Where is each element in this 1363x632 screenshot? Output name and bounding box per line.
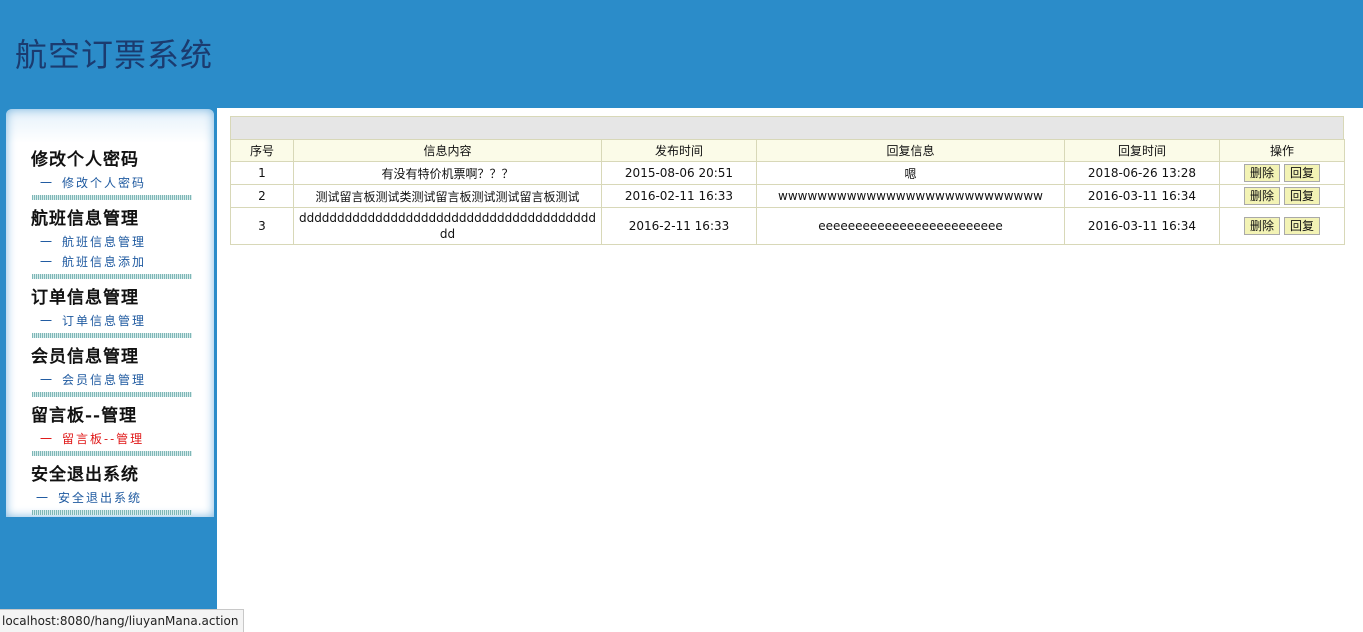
- reply-button[interactable]: 回复: [1284, 164, 1321, 182]
- header-bar: 航空订票系统: [0, 0, 1363, 108]
- cell-publish-time: 2016-02-11 16:33: [601, 184, 757, 208]
- column-header-publish-time: 发布时间: [601, 139, 757, 162]
- cell-actions: 删除 回复: [1219, 184, 1345, 208]
- menu-item-flight-add[interactable]: 一航班信息添加: [40, 253, 146, 270]
- delete-button[interactable]: 删除: [1243, 187, 1280, 205]
- menu-heading: 航班信息管理: [31, 209, 139, 229]
- menu-heading: 订单信息管理: [31, 288, 139, 308]
- reply-button[interactable]: 回复: [1284, 217, 1321, 235]
- menu-divider: [32, 333, 192, 338]
- menu-dash: 一: [40, 176, 55, 190]
- cell-id: 2: [230, 184, 294, 208]
- table-header-row: 序号 信息内容 发布时间 回复信息 回复时间 操作: [230, 139, 1345, 162]
- cell-reply-time: 2016-03-11 16:34: [1064, 184, 1220, 208]
- menu-heading: 安全退出系统: [31, 465, 139, 485]
- menu-item-label: 航班信息添加: [62, 255, 147, 269]
- menu-dash: 一: [40, 432, 55, 446]
- table-toolbar: [230, 116, 1344, 139]
- reply-button[interactable]: 回复: [1284, 187, 1321, 205]
- menu-dash: 一: [40, 314, 55, 328]
- delete-button[interactable]: 删除: [1243, 164, 1280, 182]
- menu-dash: 一: [40, 235, 55, 249]
- menu-dash: 一: [36, 491, 51, 505]
- menu-item-member-manage[interactable]: 一会员信息管理: [40, 371, 146, 388]
- status-bar-url: localhost:8080/hang/liuyanMana.action: [0, 609, 245, 632]
- menu-divider: [32, 274, 192, 279]
- cell-reply-time: 2018-06-26 13:28: [1064, 161, 1220, 185]
- cell-content: 有没有特价机票啊？？？: [293, 161, 602, 185]
- menu-item-logout[interactable]: 一安全退出系统: [36, 489, 142, 506]
- menu-item-order-manage[interactable]: 一订单信息管理: [40, 312, 146, 329]
- menu-divider: [32, 510, 192, 515]
- cell-reply: wwwwwwwwwwwwwwwwwwwwwwwwwww: [756, 184, 1065, 208]
- cell-publish-time: 2015-08-06 20:51: [601, 161, 757, 185]
- main-content: 序号 信息内容 发布时间 回复信息 回复时间 操作 1 有没有特价机票啊？？？ …: [230, 116, 1345, 245]
- cell-actions: 删除 回复: [1219, 161, 1345, 185]
- cell-reply: 嗯: [756, 161, 1065, 185]
- menu-item-change-password[interactable]: 一修改个人密码: [40, 174, 146, 191]
- menu-dash: 一: [40, 373, 55, 387]
- column-header-actions: 操作: [1219, 139, 1345, 162]
- menu-item-label: 修改个人密码: [62, 176, 147, 190]
- cell-content: dddddddddddddddddddddddddddddddddddddddd…: [293, 207, 602, 245]
- column-header-id: 序号: [230, 139, 294, 162]
- menu-divider: [32, 392, 192, 397]
- table-row: 2 测试留言板测试类测试留言板测试测试留言板测试 2016-02-11 16:3…: [230, 184, 1345, 208]
- menu-item-label: 安全退出系统: [58, 491, 143, 505]
- menu-item-label: 航班信息管理: [62, 235, 147, 249]
- column-header-reply-time: 回复时间: [1064, 139, 1220, 162]
- table-row: 1 有没有特价机票啊？？？ 2015-08-06 20:51 嗯 2018-06…: [230, 161, 1345, 185]
- table-row: 3 dddddddddddddddddddddddddddddddddddddd…: [230, 207, 1345, 245]
- cell-reply: eeeeeeeeeeeeeeeeeeeeeeeee: [756, 207, 1065, 245]
- menu-item-label: 订单信息管理: [62, 314, 147, 328]
- menu-item-label: 留言板--管理: [62, 432, 145, 446]
- menu-divider: [32, 451, 192, 456]
- cell-id: 1: [230, 161, 294, 185]
- menu-dash: 一: [40, 255, 55, 269]
- menu-divider: [32, 195, 192, 200]
- menu-item-flight-manage[interactable]: 一航班信息管理: [40, 233, 146, 250]
- cell-actions: 删除 回复: [1219, 207, 1345, 245]
- cell-id: 3: [230, 207, 294, 245]
- cell-content: 测试留言板测试类测试留言板测试测试留言板测试: [293, 184, 602, 208]
- cell-reply-time: 2016-03-11 16:34: [1064, 207, 1220, 245]
- menu-heading: 会员信息管理: [31, 347, 139, 367]
- column-header-content: 信息内容: [293, 139, 602, 162]
- message-table: 序号 信息内容 发布时间 回复信息 回复时间 操作 1 有没有特价机票啊？？？ …: [230, 139, 1345, 245]
- cell-publish-time: 2016-2-11 16:33: [601, 207, 757, 245]
- menu-heading: 留言板--管理: [31, 406, 138, 426]
- menu-item-guestbook-manage[interactable]: 一留言板--管理: [40, 430, 144, 447]
- menu-item-label: 会员信息管理: [62, 373, 147, 387]
- column-header-reply: 回复信息: [756, 139, 1065, 162]
- delete-button[interactable]: 删除: [1243, 217, 1280, 235]
- app-title: 航空订票系统: [15, 36, 214, 74]
- menu-heading: 修改个人密码: [31, 150, 139, 170]
- sidebar-menu: 修改个人密码 一修改个人密码 航班信息管理 一航班信息管理 一航班信息添加 订单…: [6, 109, 214, 517]
